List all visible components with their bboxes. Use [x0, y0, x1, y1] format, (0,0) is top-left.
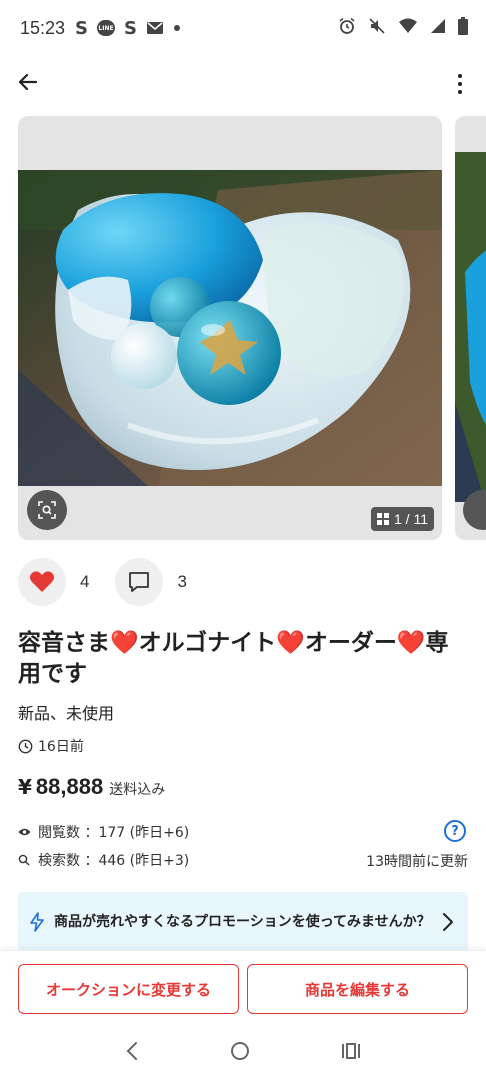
change-to-auction-button[interactable]: オークションに変更する — [18, 964, 239, 1014]
eye-icon — [18, 827, 34, 837]
dot-icon — [173, 24, 181, 32]
product-title: 容音さま❤️オルゴナイト❤️オーダー❤️専用です — [18, 630, 449, 687]
posted-time: 16日前 — [18, 736, 84, 756]
more-options-button[interactable] — [450, 70, 470, 98]
grid-icon — [377, 513, 389, 525]
comment-button[interactable] — [115, 558, 164, 606]
status-bar: 15:23 S LINE S — [0, 0, 486, 56]
product-photo — [18, 170, 442, 486]
back-button[interactable] — [14, 68, 42, 96]
mute-icon — [368, 17, 386, 39]
posted-time-text: 16日前 — [38, 739, 84, 755]
alarm-icon — [338, 17, 356, 39]
like-count: 4 — [80, 572, 90, 591]
clock-icon — [18, 739, 33, 753]
updated-time: 13時間前に更新 — [366, 854, 468, 870]
nav-home-icon — [230, 1042, 249, 1060]
s-icon: S — [75, 17, 89, 39]
arrow-left-icon — [18, 73, 38, 91]
lightning-icon — [30, 912, 44, 932]
nav-recents-icon — [341, 1043, 360, 1059]
image-counter-text: 1 / 11 — [394, 511, 428, 527]
app-bar — [0, 60, 486, 108]
nav-back-button[interactable] — [125, 1041, 139, 1065]
more-vertical-icon — [458, 74, 462, 78]
comment-icon — [129, 572, 150, 592]
line-badge: LINE — [97, 20, 116, 36]
search-icon — [18, 854, 34, 866]
s-icon: S — [124, 17, 137, 39]
signal-icon — [430, 18, 446, 38]
stats-section: 閲覧数 ：177 (昨日+6) ? 検索数 ：446 (昨日+3) 13時間前に… — [18, 818, 468, 874]
mail-icon — [146, 20, 164, 36]
next-product-photo — [455, 152, 486, 502]
views-row: 閲覧数 ：177 (昨日+6) ? — [18, 818, 468, 846]
lens-search-icon — [38, 501, 56, 519]
search-count-row: 検索数 ：446 (昨日+3) 13時間前に更新 — [18, 846, 468, 874]
shipping-info: 送料込み — [109, 782, 166, 798]
system-nav-bar — [0, 1026, 486, 1080]
wifi-icon — [398, 18, 418, 38]
currency-symbol: ¥ — [18, 775, 32, 799]
like-button[interactable] — [18, 558, 66, 606]
comment-count: 3 — [177, 572, 187, 591]
next-image-card[interactable] — [455, 116, 486, 540]
edit-product-button[interactable]: 商品を編集する — [247, 964, 468, 1014]
promotion-text: 商品が売れやすくなるプロモーションを使ってみませんか？ — [54, 913, 431, 930]
search-count-text: 検索数 ：446 (昨日+3) — [38, 853, 190, 869]
status-time: 15:23 — [20, 17, 66, 38]
product-image-card[interactable]: 1 / 11 — [18, 116, 442, 540]
price-row: ¥ 88,888 送料込み — [18, 774, 165, 800]
price-value: 88,888 — [35, 774, 104, 799]
promotion-banner[interactable]: 商品が売れやすくなるプロモーションを使ってみませんか？ — [18, 892, 468, 952]
battery-icon — [458, 17, 468, 39]
help-icon[interactable]: ? — [444, 820, 466, 842]
nav-back-icon — [126, 1042, 138, 1060]
line-icon: LINE — [97, 20, 116, 36]
chevron-right-icon — [443, 913, 453, 931]
views-text: 閲覧数 ：177 (昨日+6) — [38, 825, 190, 841]
nav-home-button[interactable] — [230, 1041, 250, 1065]
image-carousel[interactable]: 1 / 11 — [0, 116, 486, 540]
reaction-bar: 4 3 — [18, 558, 213, 606]
heart-icon — [30, 571, 54, 592]
bottom-action-bar: オークションに変更する 商品を編集する — [0, 950, 486, 1026]
image-search-button[interactable] — [27, 490, 67, 530]
nav-recents-button[interactable] — [341, 1042, 361, 1064]
image-counter[interactable]: 1 / 11 — [371, 507, 434, 531]
product-condition: 新品、未使用 — [18, 704, 115, 723]
